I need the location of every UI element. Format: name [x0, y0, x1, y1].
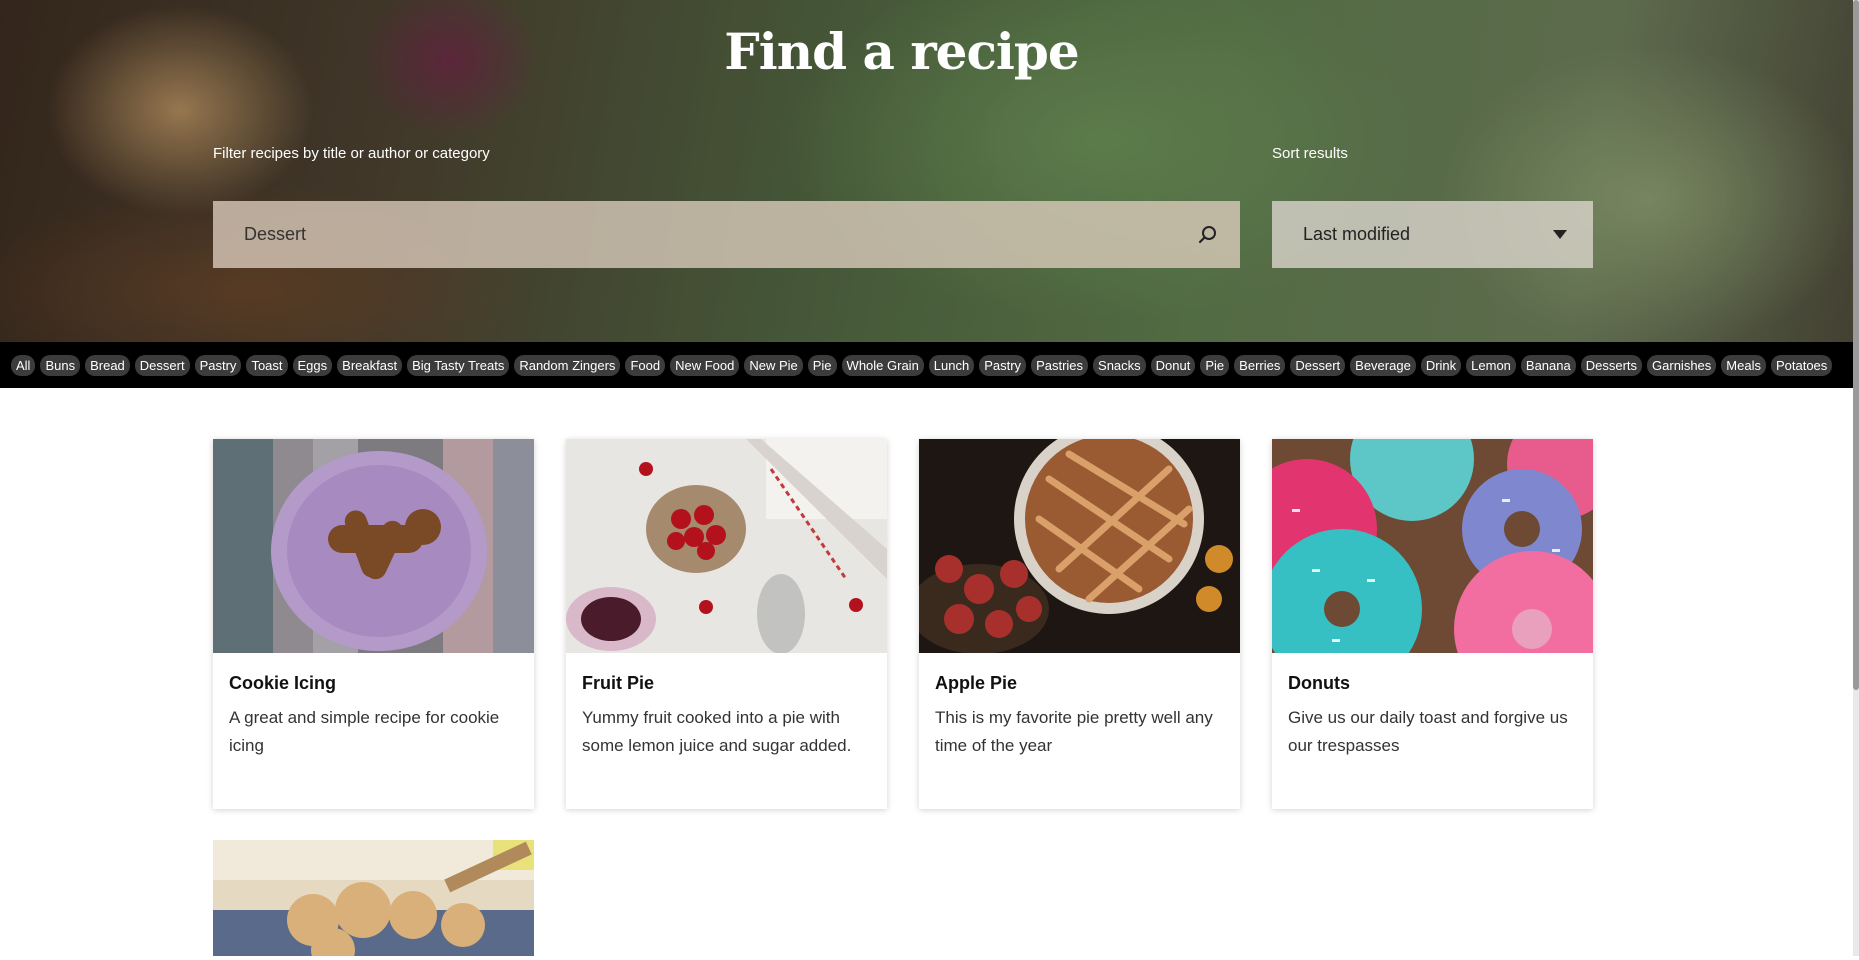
category-chip[interactable]: Eggs: [292, 354, 333, 376]
category-chip[interactable]: Lunch: [928, 354, 975, 376]
recipe-card[interactable]: Donuts Give us our daily toast and forgi…: [1272, 439, 1593, 809]
category-chip[interactable]: Desserts: [1580, 354, 1643, 376]
category-chip[interactable]: All: [11, 354, 36, 376]
category-chip[interactable]: Potatoes: [1770, 354, 1833, 376]
category-chip[interactable]: Meals: [1721, 354, 1766, 376]
category-chip[interactable]: Pastry: [979, 354, 1027, 376]
recipe-image[interactable]: [919, 439, 1240, 653]
scrollbar-thumb[interactable]: [1853, 0, 1859, 690]
recipe-image[interactable]: [213, 840, 534, 956]
category-chip[interactable]: Garnishes: [1647, 354, 1717, 376]
category-chip[interactable]: Donut: [1150, 354, 1196, 376]
category-chip[interactable]: New Food: [670, 354, 740, 376]
recipe-description: Yummy fruit cooked into a pie with some …: [582, 708, 852, 755]
recipe-description: A great and simple recipe for cookie ici…: [229, 708, 500, 755]
search-input[interactable]: Dessert: [213, 201, 1240, 268]
hero-banner: Find a recipe Filter recipes by title or…: [0, 0, 1853, 342]
category-chip[interactable]: Dessert: [1290, 354, 1346, 376]
category-chip[interactable]: Whole Grain: [841, 354, 924, 376]
category-chip[interactable]: Bread: [85, 354, 130, 376]
search-icon[interactable]: [1198, 225, 1218, 245]
chevron-down-icon[interactable]: [1553, 230, 1567, 239]
recipe-title[interactable]: Fruit Pie: [582, 673, 654, 694]
recipe-image[interactable]: [213, 439, 534, 653]
category-chip[interactable]: Drink: [1420, 354, 1462, 376]
recipe-title[interactable]: Donuts: [1288, 673, 1350, 694]
recipe-image[interactable]: [1272, 439, 1593, 653]
sort-select[interactable]: Last modified: [1272, 201, 1593, 268]
recipe-card[interactable]: Cookie Icing A great and simple recipe f…: [213, 439, 534, 809]
recipe-card[interactable]: [213, 840, 534, 960]
sort-label: Sort results: [1272, 145, 1348, 162]
recipe-card[interactable]: Fruit Pie Yummy fruit cooked into a pie …: [566, 439, 887, 809]
category-chip[interactable]: Buns: [40, 354, 81, 376]
category-chip[interactable]: Toast: [246, 354, 288, 376]
recipe-title[interactable]: Cookie Icing: [229, 673, 336, 694]
category-chip[interactable]: Dessert: [134, 354, 190, 376]
page-scrollbar[interactable]: [1853, 0, 1859, 956]
recipe-image[interactable]: [566, 439, 887, 653]
page-title: Find a recipe: [724, 22, 1079, 81]
category-chip[interactable]: Food: [625, 354, 666, 376]
category-chip[interactable]: Berries: [1234, 354, 1286, 376]
recipe-description: This is my favorite pie pretty well any …: [935, 708, 1213, 755]
category-chip[interactable]: Lemon: [1466, 354, 1516, 376]
category-filter-bar: All Buns Bread Dessert Pastry Toast Eggs…: [0, 342, 1853, 388]
sort-select-value[interactable]: Last modified: [1303, 224, 1410, 245]
category-chip[interactable]: Pastries: [1031, 354, 1089, 376]
category-chip[interactable]: Breakfast: [337, 354, 403, 376]
recipe-title[interactable]: Apple Pie: [935, 673, 1017, 694]
category-chip[interactable]: Random Zingers: [514, 354, 621, 376]
category-chip[interactable]: Pie: [807, 354, 837, 376]
category-chip[interactable]: Big Tasty Treats: [407, 354, 510, 376]
category-chip[interactable]: Beverage: [1350, 354, 1416, 376]
category-chip[interactable]: Banana: [1520, 354, 1576, 376]
recipe-card[interactable]: Apple Pie This is my favorite pie pretty…: [919, 439, 1240, 809]
filter-label: Filter recipes by title or author or cat…: [213, 145, 490, 162]
recipe-description: Give us our daily toast and forgive us o…: [1288, 708, 1568, 755]
category-chip[interactable]: Snacks: [1093, 354, 1146, 376]
category-chip[interactable]: New Pie: [744, 354, 803, 376]
category-chip[interactable]: Pastry: [194, 354, 242, 376]
category-chip[interactable]: Pie: [1200, 354, 1230, 376]
search-input-value[interactable]: Dessert: [244, 224, 306, 245]
